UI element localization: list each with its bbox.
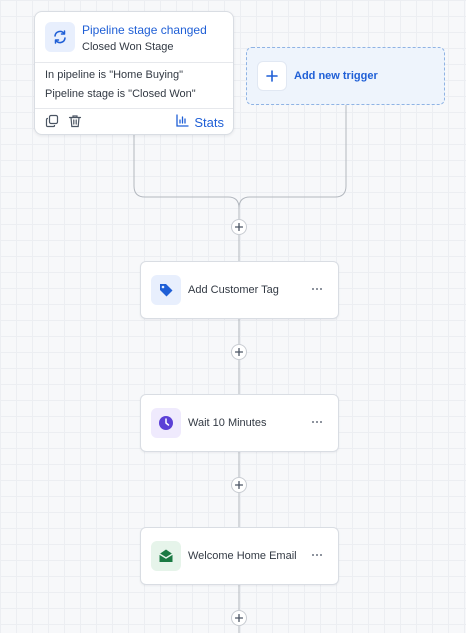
copy-icon[interactable] bbox=[45, 114, 59, 128]
trash-icon[interactable] bbox=[68, 114, 82, 128]
trigger-subtitle: Closed Won Stage bbox=[82, 41, 174, 53]
action-label: Wait 10 Minutes bbox=[188, 417, 267, 429]
action-label: Welcome Home Email bbox=[188, 550, 297, 562]
add-trigger-label: Add new trigger bbox=[294, 70, 378, 82]
action-card-wait[interactable]: Wait 10 Minutes bbox=[140, 394, 339, 452]
stats-label: Stats bbox=[194, 114, 224, 130]
bar-chart-icon bbox=[176, 114, 190, 130]
tag-icon bbox=[151, 275, 181, 305]
workflow-canvas: Pipeline stage changed Closed Won Stage … bbox=[0, 0, 466, 633]
add-step-button[interactable] bbox=[231, 344, 247, 360]
connector-trigger-right bbox=[238, 105, 347, 209]
email-icon bbox=[151, 541, 181, 571]
add-step-button[interactable] bbox=[231, 219, 247, 235]
trigger-condition: In pipeline is "Home Buying" bbox=[45, 69, 184, 81]
action-card-welcome-email[interactable]: Welcome Home Email bbox=[140, 527, 339, 585]
stats-button[interactable]: Stats bbox=[176, 114, 224, 130]
plus-icon bbox=[235, 348, 243, 356]
trigger-title: Pipeline stage changed bbox=[82, 23, 207, 37]
add-trigger-button[interactable]: Add new trigger bbox=[246, 47, 445, 105]
plus-icon bbox=[235, 223, 243, 231]
add-step-button[interactable] bbox=[231, 610, 247, 626]
trigger-card[interactable]: Pipeline stage changed Closed Won Stage … bbox=[34, 11, 234, 135]
add-step-button[interactable] bbox=[231, 477, 247, 493]
more-options-icon[interactable] bbox=[308, 282, 326, 296]
trigger-header: Pipeline stage changed Closed Won Stage bbox=[35, 12, 233, 63]
trigger-footer: Stats bbox=[35, 108, 233, 134]
more-options-icon[interactable] bbox=[308, 548, 326, 562]
more-options-icon[interactable] bbox=[308, 415, 326, 429]
action-label: Add Customer Tag bbox=[188, 284, 279, 296]
trigger-condition: Pipeline stage is "Closed Won" bbox=[45, 88, 196, 100]
plus-icon bbox=[235, 481, 243, 489]
refresh-icon bbox=[45, 22, 75, 52]
action-card-add-customer-tag[interactable]: Add Customer Tag bbox=[140, 261, 339, 319]
plus-icon bbox=[257, 61, 287, 91]
connector-trigger-left bbox=[133, 135, 240, 219]
clock-icon bbox=[151, 408, 181, 438]
plus-icon bbox=[235, 614, 243, 622]
